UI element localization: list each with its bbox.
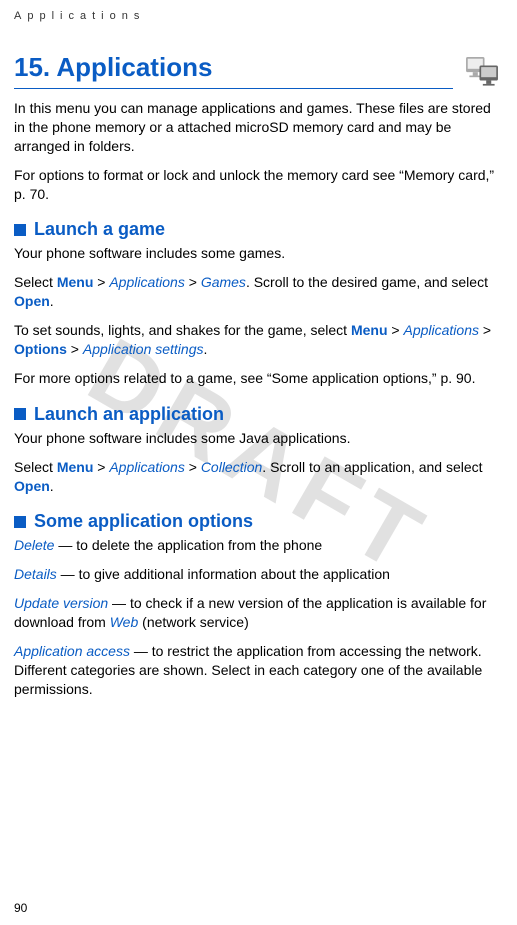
chapter-underline (14, 88, 453, 89)
web-keyword: Web (110, 614, 139, 630)
open-keyword: Open (14, 293, 50, 309)
applications-icon (461, 52, 503, 99)
square-bullet-icon (14, 516, 26, 528)
applications-keyword: Applications (109, 274, 185, 290)
square-bullet-icon (14, 224, 26, 236)
option-delete: Delete — to delete the application from … (14, 536, 503, 555)
options-keyword: Options (14, 341, 67, 357)
game-paragraph-3: To set sounds, lights, and shakes for th… (14, 321, 503, 359)
option-update-version: Update version — to check if a new versi… (14, 594, 503, 632)
open-keyword: Open (14, 478, 50, 494)
app-paragraph-2: Select Menu > Applications > Collection.… (14, 458, 503, 496)
menu-keyword: Menu (57, 274, 94, 290)
applications-keyword: Applications (109, 459, 185, 475)
collection-keyword: Collection (201, 459, 262, 475)
app-paragraph-1: Your phone software includes some Java a… (14, 429, 503, 448)
menu-keyword: Menu (351, 322, 388, 338)
option-details: Details — to give additional information… (14, 565, 503, 584)
section-launch-application: Launch an application (14, 404, 503, 425)
games-keyword: Games (201, 274, 246, 290)
game-paragraph-2: Select Menu > Applications > Games. Scro… (14, 273, 503, 311)
square-bullet-icon (14, 408, 26, 420)
menu-keyword: Menu (57, 459, 94, 475)
application-settings-keyword: Application settings (83, 341, 204, 357)
details-keyword: Details (14, 566, 57, 582)
game-paragraph-4: For more options related to a game, see … (14, 369, 503, 388)
game-paragraph-1: Your phone software includes some games. (14, 244, 503, 263)
section-title: Some application options (34, 511, 253, 532)
section-title: Launch a game (34, 219, 165, 240)
intro-paragraph-2: For options to format or lock and unlock… (14, 166, 503, 204)
intro-paragraph-1: In this menu you can manage applications… (14, 99, 503, 156)
option-application-access: Application access — to restrict the app… (14, 642, 503, 699)
application-access-keyword: Application access (14, 643, 130, 659)
section-application-options: Some application options (14, 511, 503, 532)
applications-keyword: Applications (404, 322, 480, 338)
chapter-title: 15. Applications (14, 52, 453, 83)
running-header: Applications (14, 10, 503, 22)
update-version-keyword: Update version (14, 595, 108, 611)
section-title: Launch an application (34, 404, 224, 425)
page-number: 90 (14, 901, 27, 915)
section-launch-game: Launch a game (14, 219, 503, 240)
delete-keyword: Delete (14, 537, 54, 553)
